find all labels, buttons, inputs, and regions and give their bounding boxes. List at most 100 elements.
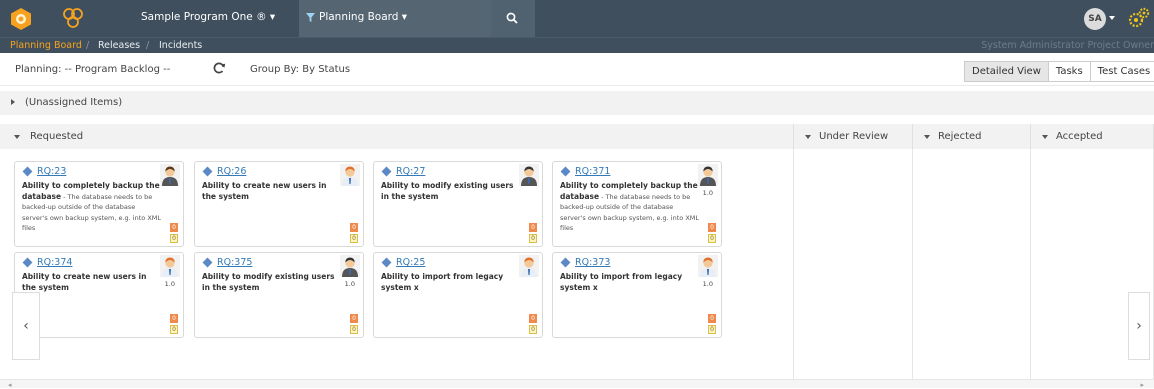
requirement-card[interactable]: RQ:373 Ability to import from legacy syst…	[552, 252, 722, 338]
owner-avatar-icon[interactable]	[519, 164, 539, 186]
task-count-badge: 0	[350, 234, 358, 243]
breadcrumb-incidents[interactable]: Incidents	[159, 40, 202, 51]
column-header-accepted[interactable]: Accepted	[1031, 124, 1154, 149]
column-title: Accepted	[1056, 131, 1103, 142]
column-header-requested[interactable]: Requested	[0, 124, 794, 149]
requirement-id-link[interactable]: RQ:27	[396, 166, 425, 177]
collapse-icon[interactable]	[14, 135, 20, 139]
requirement-title: Ability to modify existing users in the …	[202, 272, 342, 293]
group-by-selector[interactable]: Group By: By Status	[250, 64, 350, 75]
owner-avatar-icon[interactable]	[698, 255, 718, 277]
breadcrumb-releases[interactable]: Releases	[98, 40, 140, 51]
estimate-value: 1.0	[702, 280, 713, 288]
program-switcher-icon[interactable]	[62, 7, 84, 29]
program-selector[interactable]: Sample Program One ® ▾	[141, 11, 275, 23]
owner-avatar-icon[interactable]	[340, 164, 360, 186]
requirement-card[interactable]: RQ:371 Ability to completely backup the d…	[552, 161, 722, 247]
detailed-view-button[interactable]: Detailed View	[964, 61, 1049, 82]
collapse-icon[interactable]	[924, 135, 930, 139]
owner-avatar-icon[interactable]	[160, 255, 180, 277]
board-toolbar: Planning: -- Program Backlog -- Group By…	[0, 53, 1154, 86]
planning-label: Planning:	[15, 64, 62, 75]
requirement-type-icon	[22, 257, 33, 268]
task-count-badge: 0	[529, 234, 537, 243]
incident-count-badge: 0	[708, 223, 716, 232]
requirement-name: Ability to modify existing users in the …	[381, 181, 514, 201]
estimate-value: 1.0	[344, 280, 355, 288]
next-page-button[interactable]: ›	[1128, 292, 1150, 360]
prev-page-button[interactable]: ‹	[12, 292, 40, 360]
user-menu-caret-icon[interactable]	[1109, 16, 1115, 20]
estimate-value: 1.0	[164, 280, 175, 288]
incident-count-badge: 0	[350, 314, 358, 323]
collapse-icon[interactable]	[1042, 135, 1048, 139]
requirement-type-icon	[22, 166, 33, 177]
incident-count-badge: 0	[708, 314, 716, 323]
filter-icon	[306, 13, 315, 22]
estimate-value: 1.0	[702, 189, 713, 197]
collapse-icon[interactable]	[805, 135, 811, 139]
requirement-name: Ability to import from legacy system x	[381, 272, 504, 292]
unassigned-items-row[interactable]: (Unassigned Items)	[0, 91, 1154, 115]
column-title: Requested	[30, 131, 84, 142]
task-count-badge: 0	[350, 325, 358, 334]
requirement-name: Ability to create new users in the syste…	[202, 181, 327, 201]
incident-count-badge: 0	[170, 314, 178, 323]
search-button[interactable]	[491, 0, 535, 37]
expand-icon[interactable]	[11, 99, 15, 105]
test-cases-view-button[interactable]: Test Cases	[1089, 61, 1154, 82]
task-count-badge: 0	[170, 234, 178, 243]
user-avatar[interactable]: SA	[1084, 8, 1106, 30]
requirement-name: Ability to create new users in the syste…	[22, 272, 147, 292]
requirement-name: Ability to import from legacy system x	[560, 272, 683, 292]
requirement-id-link[interactable]: RQ:374	[37, 257, 72, 268]
column-header-under-review[interactable]: Under Review	[794, 124, 913, 149]
requirement-id-link[interactable]: RQ:26	[217, 166, 246, 177]
owner-avatar-icon[interactable]	[519, 255, 539, 277]
requirement-id-link[interactable]: RQ:375	[217, 257, 252, 268]
column-title: Rejected	[938, 131, 982, 142]
requirement-card[interactable]: RQ:375 Ability to modify existing users i…	[194, 252, 364, 338]
search-icon	[506, 12, 518, 24]
requirement-card[interactable]: RQ:26 Ability to create new users in the …	[194, 161, 364, 247]
planning-selector[interactable]: Planning: -- Program Backlog --	[15, 64, 170, 75]
requirement-title: Ability to import from legacy system x	[381, 272, 521, 293]
task-count-badge: 0	[708, 234, 716, 243]
requirement-card[interactable]: RQ:25 Ability to import from legacy syste…	[373, 252, 543, 338]
incident-count-badge: 0	[350, 223, 358, 232]
requirement-name: Ability to modify existing users in the …	[202, 272, 335, 292]
requirement-id-link[interactable]: RQ:373	[575, 257, 610, 268]
gears-icon[interactable]	[1128, 7, 1150, 29]
incident-count-badge: 0	[170, 223, 178, 232]
group-by-value[interactable]: By Status	[302, 64, 350, 75]
spira-logo-icon[interactable]	[9, 7, 33, 31]
owner-avatar-icon[interactable]	[160, 164, 180, 186]
column-title: Under Review	[819, 131, 889, 142]
column-header-rejected[interactable]: Rejected	[913, 124, 1031, 149]
breadcrumb-separator: /	[86, 40, 90, 51]
task-count-badge: 0	[170, 325, 178, 334]
requirement-id-link[interactable]: RQ:371	[575, 166, 610, 177]
requirement-title: Ability to create new users in the syste…	[22, 272, 162, 293]
requirement-id-link[interactable]: RQ:25	[396, 257, 425, 268]
requirement-card[interactable]: RQ:23 Ability to completely backup the da…	[14, 161, 184, 247]
unassigned-label: (Unassigned Items)	[25, 97, 123, 108]
horizontal-scrollbar[interactable]: ◂ ▸	[0, 379, 1154, 389]
requirement-card[interactable]: RQ:27 Ability to modify existing users in…	[373, 161, 543, 247]
refresh-icon[interactable]	[212, 61, 226, 75]
user-role-info: System Administrator Project Owner	[981, 40, 1154, 51]
requirement-type-icon	[560, 166, 571, 177]
requirement-type-icon	[381, 257, 392, 268]
requirement-id-link[interactable]: RQ:23	[37, 166, 66, 177]
planning-board-menu[interactable]: Planning Board ▾	[299, 0, 491, 37]
incident-count-badge: 0	[529, 314, 537, 323]
planning-board-label: Planning Board ▾	[319, 11, 408, 23]
requirement-title: Ability to completely backup the databas…	[22, 181, 162, 234]
owner-avatar-icon[interactable]	[698, 164, 718, 186]
tasks-view-button[interactable]: Tasks	[1047, 61, 1091, 82]
breadcrumb-planning-board[interactable]: Planning Board	[10, 40, 82, 51]
owner-avatar-icon[interactable]	[340, 255, 360, 277]
planning-value[interactable]: -- Program Backlog --	[65, 64, 171, 75]
view-toggle-group: Detailed View Tasks Test Cases	[964, 61, 1154, 82]
column-body-under-review	[794, 149, 913, 380]
